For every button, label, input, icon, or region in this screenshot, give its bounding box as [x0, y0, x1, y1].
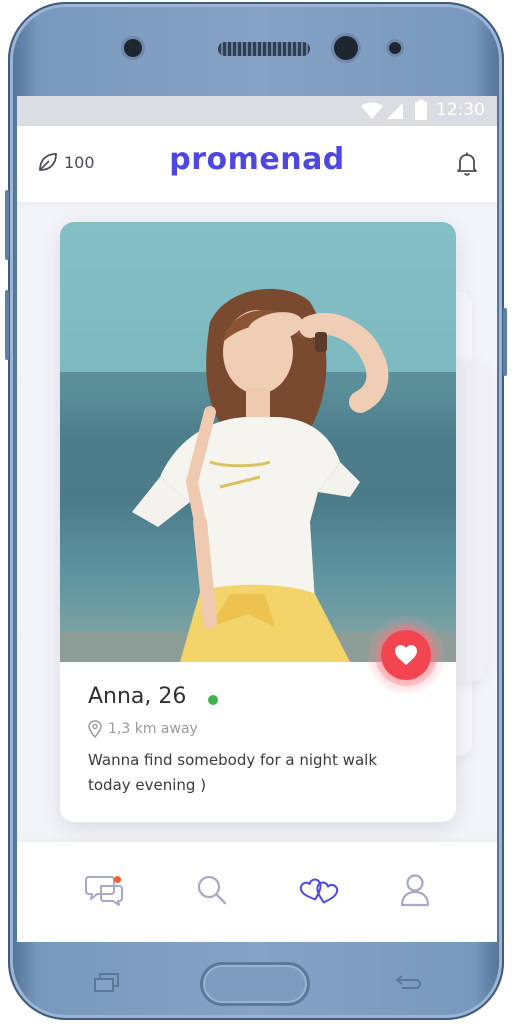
screen: 12:30 100 promenad Anna, 26 1,3 km away … [17, 96, 497, 942]
bixby-button[interactable] [5, 290, 9, 360]
heart-icon [395, 645, 417, 665]
status-bar: 12:30 [17, 96, 497, 126]
like-button-glow [366, 615, 446, 695]
location-pin-icon [88, 720, 102, 738]
profile-bio: Wanna find somebody for a night walk tod… [88, 751, 377, 794]
battery-icon [415, 100, 427, 120]
proximity-sensor [389, 42, 401, 54]
profile-distance: 1,3 km away [88, 720, 198, 738]
profile-photo-illustration [60, 288, 456, 662]
volume-button[interactable] [5, 190, 9, 260]
profile-card[interactable]: Anna, 26 1,3 km away Wanna find somebody… [60, 222, 456, 822]
profile-name-age: Anna, 26 [88, 684, 187, 709]
recent-apps-icon[interactable] [92, 972, 122, 994]
nav-matches[interactable] [300, 870, 340, 910]
back-icon[interactable] [392, 972, 422, 994]
hearts-icon [300, 878, 339, 904]
like-button[interactable] [381, 630, 431, 680]
signal-icon [387, 103, 403, 119]
wifi-icon [361, 102, 383, 119]
status-time: 12:30 [436, 100, 485, 120]
nav-search[interactable] [192, 870, 232, 910]
power-button[interactable] [503, 308, 507, 376]
front-camera [334, 36, 358, 60]
earpiece-speaker [218, 42, 310, 56]
app-logo: promenad [169, 142, 345, 177]
bottom-navigation [17, 842, 497, 942]
search-icon [197, 875, 227, 905]
bell-icon[interactable] [455, 151, 479, 177]
nav-profile[interactable] [395, 870, 435, 910]
profile-photo [60, 222, 456, 662]
front-sensor [124, 39, 142, 57]
user-icon [400, 874, 430, 907]
chats-notification-dot [114, 876, 121, 883]
app-header: 100 promenad [17, 126, 497, 202]
distance-text: 1,3 km away [108, 721, 198, 737]
home-button[interactable] [200, 962, 310, 1006]
nav-chats[interactable] [85, 870, 125, 910]
online-status-dot [208, 695, 218, 705]
